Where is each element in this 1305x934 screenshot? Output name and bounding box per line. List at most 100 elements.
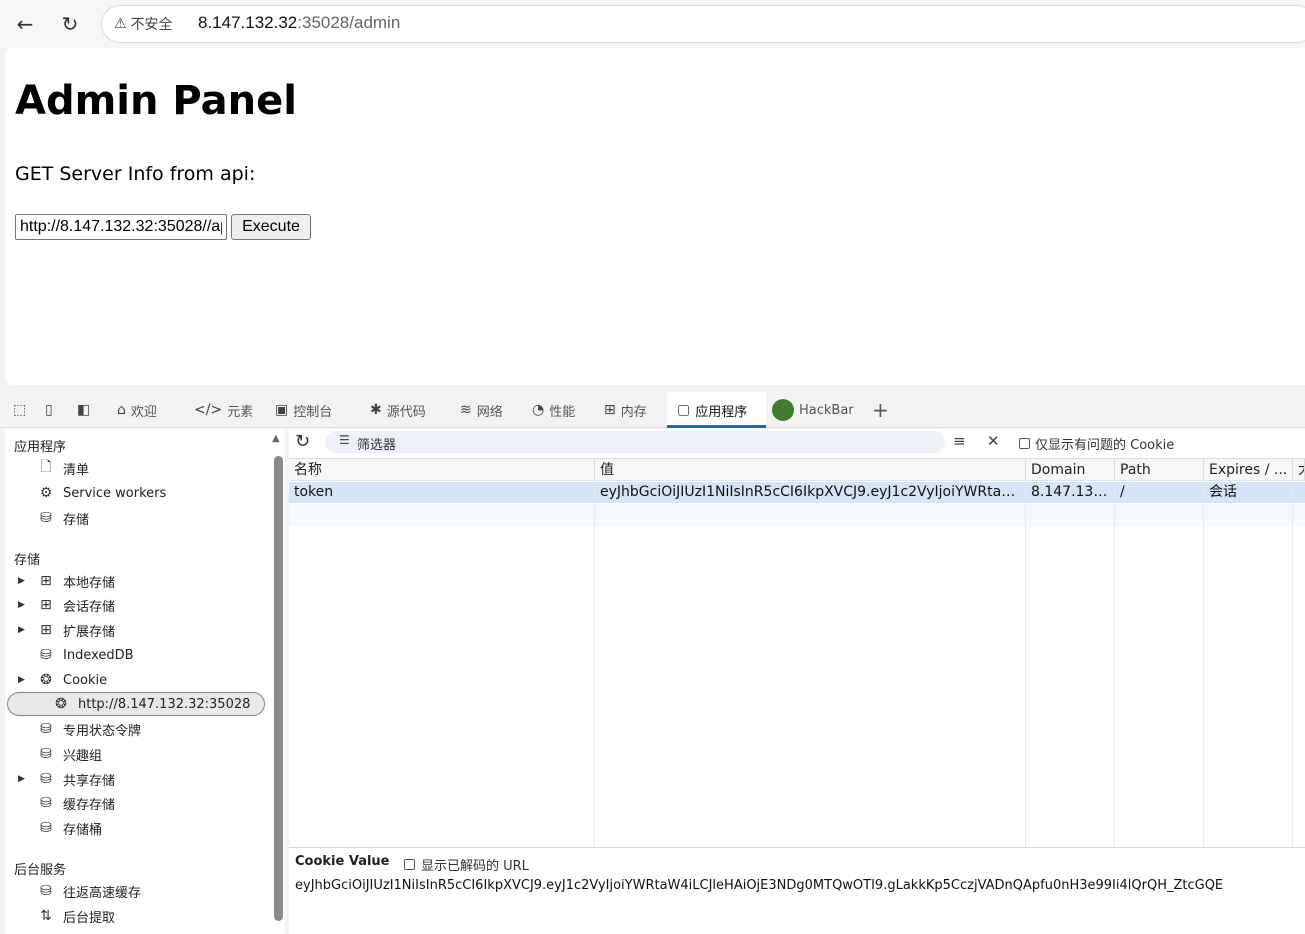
up-down-arrows-icon: ⇅ <box>40 908 52 924</box>
section-application: 应用程序 <box>14 440 67 455</box>
sidebar-item-local-storage[interactable]: ▶ ⊞ 本地存储 <box>5 569 265 593</box>
expand-arrow-icon: ▶ <box>18 600 25 610</box>
checkbox-icon <box>404 859 415 870</box>
clear-all-icon[interactable]: ≡ <box>953 432 966 450</box>
warning-icon: ⚠ <box>114 16 127 32</box>
cell-domain[interactable]: 8.147.132.... <box>1026 482 1115 503</box>
execute-button[interactable]: Execute <box>231 214 311 240</box>
cell-expires[interactable]: 会话 <box>1204 482 1293 503</box>
tab-elements[interactable]: </> 元素 <box>194 392 253 428</box>
checkbox-icon <box>1019 438 1030 449</box>
bug-icon: ✱ <box>370 402 382 418</box>
tab-console[interactable]: ▣ 控制台 <box>275 392 332 428</box>
tab-application[interactable]: ▢ 应用程序 <box>667 392 766 428</box>
cookie-toolbar: ↻ ☰ 筛选器 ≡ ✕ 仅显示有问题的 Cookie <box>289 429 1305 457</box>
tab-performance[interactable]: ◔ 性能 <box>532 392 575 428</box>
grid-icon: ⊞ <box>40 573 52 589</box>
cookie-value-text[interactable]: eyJhbGciOiJIUzI1NiIsInR5cCI6IkpXVCJ9.eyJ… <box>295 878 1223 893</box>
column-header-expires[interactable]: Expires / ... <box>1204 459 1293 481</box>
tab-memory[interactable]: ⊞ 内存 <box>604 392 647 428</box>
tab-sources[interactable]: ✱ 源代码 <box>370 392 426 428</box>
filter-input[interactable]: ☰ 筛选器 <box>325 431 945 453</box>
only-issues-checkbox[interactable]: 仅显示有问题的 Cookie <box>1019 434 1174 453</box>
cookie-panel: ↻ ☰ 筛选器 ≡ ✕ 仅显示有问题的 Cookie 名称 值 Domain P… <box>289 429 1305 934</box>
sidebar-item-manifest[interactable]: 🗋 清单 <box>5 456 265 480</box>
grid-icon: ⊞ <box>40 622 52 638</box>
cookie-icon: ❂ <box>40 672 52 688</box>
address-bar[interactable]: ⚠ 不安全 8.147.132.32:35028/admin <box>101 5 1305 43</box>
back-icon[interactable]: ← <box>9 8 41 40</box>
sidebar-item-private-state-tokens[interactable]: ⛁ 专用状态令牌 <box>5 717 265 741</box>
sidebar-item-service-workers[interactable]: ⚙ Service workers <box>5 481 265 505</box>
hackbar-icon <box>772 399 794 421</box>
tab-hackbar[interactable]: HackBar <box>772 392 854 428</box>
show-decoded-url-checkbox[interactable]: 显示已解码的 URL <box>404 855 529 874</box>
api-description: GET Server Info from api: <box>15 163 256 185</box>
expand-arrow-icon: ▶ <box>18 625 25 635</box>
sidebar-item-interest-groups[interactable]: ⛁ 兴趣组 <box>5 742 265 766</box>
inspect-icon[interactable]: ⬚ <box>13 392 26 428</box>
page-title: Admin Panel <box>15 78 297 124</box>
sidebar-item-session-storage[interactable]: ▶ ⊞ 会话存储 <box>5 593 265 617</box>
sidebar-item-cache-storage[interactable]: ⛁ 缓存存储 <box>5 791 265 815</box>
tab-welcome[interactable]: ⌂ 欢迎 <box>117 392 157 428</box>
cookie-value-label: Cookie Value <box>295 854 390 869</box>
application-sidebar: 应用程序 🗋 清单 ⚙ Service workers ⛁ 存储 存储 ▶ ⊞ 本地存储 … <box>5 429 285 934</box>
app-icon: ▢ <box>677 402 691 418</box>
sidebar-item-cookie[interactable]: ▶ ❂ Cookie <box>5 668 265 692</box>
cell-value[interactable]: eyJhbGciOiJIUzI1NiIsInR5cCI6IkpXVCJ9.eyJ… <box>595 482 1026 503</box>
database-icon: ⛁ <box>40 721 52 737</box>
database-icon: ⛁ <box>40 883 52 899</box>
wifi-icon: ≋ <box>460 402 472 418</box>
sidebar-item-cookie-origin[interactable]: ❂ http://8.147.132.32:35028 <box>7 692 265 716</box>
refresh-icon[interactable]: ↻ <box>295 431 310 452</box>
expand-arrow-icon: ▶ <box>18 774 25 784</box>
api-url-input[interactable] <box>15 214 227 240</box>
delete-selected-icon[interactable]: ✕ <box>987 432 1000 450</box>
section-storage: 存储 <box>14 553 41 568</box>
dock-icon[interactable]: ◧ <box>77 392 90 428</box>
sidebar-item-storage[interactable]: ⛁ 存储 <box>5 506 265 530</box>
code-icon: </> <box>194 402 223 418</box>
database-icon: ⛁ <box>40 820 52 836</box>
sidebar-scrollbar[interactable] <box>274 456 283 921</box>
security-indicator[interactable]: ⚠ 不安全 <box>114 14 173 34</box>
column-header-name[interactable]: 名称 <box>289 459 595 481</box>
column-header-domain[interactable]: Domain <box>1026 459 1115 481</box>
sidebar-item-shared-storage[interactable]: ▶ ⛁ 共享存储 <box>5 767 265 791</box>
section-background-services: 后台服务 <box>14 863 67 878</box>
cell-name[interactable]: token <box>289 482 595 503</box>
devtools-tabbar: ⬚ ▯ ◧ ⌂ 欢迎 </> 元素 ▣ 控制台 ✱ 源代码 ≋ 网络 ◔ 性能 ⊞ 内存 ▢ 应… <box>0 392 1305 428</box>
sidebar-item-storage-buckets[interactable]: ⛁ 存储桶 <box>5 816 265 840</box>
grid-icon: ⊞ <box>40 597 52 613</box>
table-row-empty <box>289 504 1305 526</box>
column-header-size[interactable]: 大 <box>1293 459 1305 481</box>
url-text: 8.147.132.32:35028/admin <box>198 13 401 32</box>
tab-network[interactable]: ≋ 网络 <box>460 392 503 428</box>
sidebar-item-extension-storage[interactable]: ▶ ⊞ 扩展存储 <box>5 618 265 642</box>
browser-toolbar: ← ↻ ⚠ 不安全 8.147.132.32:35028/admin <box>0 0 1305 48</box>
scroll-up-icon[interactable]: ▲ <box>272 433 280 444</box>
column-header-path[interactable]: Path <box>1115 459 1204 481</box>
console-icon: ▣ <box>275 402 289 418</box>
sidebar-item-bfcache[interactable]: ⛁ 往返高速缓存 <box>5 879 265 903</box>
column-header-value[interactable]: 值 <box>595 459 1026 481</box>
cookie-table: 名称 值 Domain Path Expires / ... 大 token e… <box>289 458 1305 848</box>
add-tab-icon[interactable]: + <box>872 392 889 428</box>
expand-arrow-icon: ▶ <box>18 675 25 685</box>
page-content: Admin Panel GET Server Info from api: Ex… <box>5 48 1305 385</box>
database-icon: ⛁ <box>40 746 52 762</box>
database-icon: ⛁ <box>40 510 52 526</box>
expand-arrow-icon: ▶ <box>18 576 25 586</box>
sidebar-item-indexeddb[interactable]: ⛁ IndexedDB <box>5 643 265 667</box>
gear-file-icon: ⚙ <box>39 485 53 501</box>
sidebar-item-background-fetch[interactable]: ⇅ 后台提取 <box>5 904 265 928</box>
filter-icon: ☰ <box>339 433 350 447</box>
home-icon: ⌂ <box>117 402 126 418</box>
chip-icon: ⊞ <box>604 402 616 418</box>
cell-path[interactable]: / <box>1115 482 1204 503</box>
file-icon: 🗋 <box>40 459 52 475</box>
device-emulation-icon[interactable]: ▯ <box>45 392 53 428</box>
database-icon: ⛁ <box>40 795 52 811</box>
reload-icon[interactable]: ↻ <box>54 8 86 40</box>
